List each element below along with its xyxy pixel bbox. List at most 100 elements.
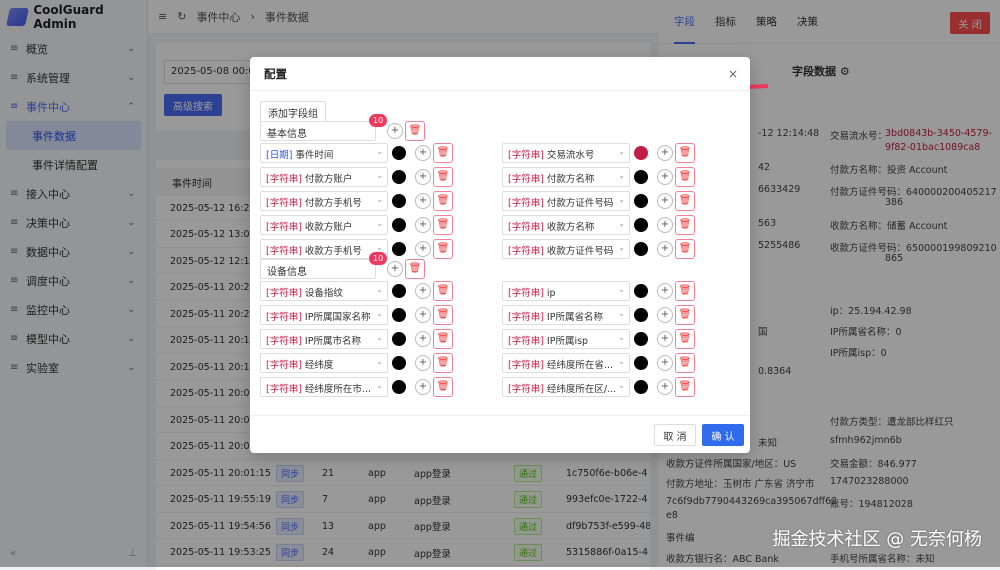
add-field-icon[interactable]: + xyxy=(415,145,431,161)
add-field-icon[interactable]: + xyxy=(415,355,431,371)
delete-field-icon[interactable]: 🗑 xyxy=(675,329,695,349)
field-label: IP所属市名称 xyxy=(304,336,361,347)
add-field-icon[interactable]: + xyxy=(657,331,673,347)
add-field-icon[interactable]: + xyxy=(657,193,673,209)
field-select[interactable]: [字符串] 设备指纹 ⌄ xyxy=(260,281,388,301)
confirm-button[interactable]: 确 认 xyxy=(702,424,744,446)
field-select[interactable]: [字符串] 经纬度 ⌄ xyxy=(260,353,388,373)
add-field-icon[interactable]: + xyxy=(415,169,431,185)
add-field-icon[interactable]: + xyxy=(657,379,673,395)
delete-field-icon[interactable]: 🗑 xyxy=(433,239,453,259)
color-picker-icon[interactable] xyxy=(634,242,648,256)
delete-group-icon[interactable]: 🗑 xyxy=(405,121,425,141)
delete-field-icon[interactable]: 🗑 xyxy=(675,353,695,373)
field-select[interactable]: [字符串] 交易流水号 ⌄ xyxy=(502,143,630,163)
add-field-icon[interactable]: + xyxy=(657,283,673,299)
delete-field-icon[interactable]: 🗑 xyxy=(433,329,453,349)
color-picker-icon[interactable] xyxy=(392,170,406,184)
color-picker-icon[interactable] xyxy=(392,356,406,370)
field-select[interactable]: [字符串] 收款方证件号码 ⌄ xyxy=(502,239,630,259)
color-picker-icon[interactable] xyxy=(392,284,406,298)
delete-field-icon[interactable]: 🗑 xyxy=(433,143,453,163)
delete-field-icon[interactable]: 🗑 xyxy=(675,281,695,301)
add-field-icon[interactable]: + xyxy=(657,355,673,371)
delete-field-icon[interactable]: 🗑 xyxy=(675,167,695,187)
color-picker-icon[interactable] xyxy=(634,284,648,298)
field-select[interactable]: [字符串] IP所属市名称 ⌄ xyxy=(260,329,388,349)
field-count-badge: 10 xyxy=(369,114,388,127)
delete-field-icon[interactable]: 🗑 xyxy=(433,167,453,187)
color-picker-icon[interactable] xyxy=(634,380,648,394)
add-field-icon[interactable]: + xyxy=(657,169,673,185)
color-picker-icon[interactable] xyxy=(634,218,648,232)
add-field-icon[interactable]: + xyxy=(415,307,431,323)
field-type-label: [字符串] xyxy=(508,360,544,371)
add-field-icon[interactable]: + xyxy=(387,123,403,139)
color-picker-icon[interactable] xyxy=(634,146,648,160)
delete-field-icon[interactable]: 🗑 xyxy=(675,377,695,397)
add-field-icon[interactable]: + xyxy=(415,217,431,233)
field-select[interactable]: [字符串] 付款方名称 ⌄ xyxy=(502,167,630,187)
color-picker-icon[interactable] xyxy=(634,170,648,184)
field-group-name-input[interactable]: 基本信息 xyxy=(260,121,376,141)
field-select[interactable]: [字符串] 收款方账户 ⌄ xyxy=(260,215,388,235)
delete-field-icon[interactable]: 🗑 xyxy=(675,305,695,325)
delete-field-icon[interactable]: 🗑 xyxy=(675,143,695,163)
add-field-icon[interactable]: + xyxy=(657,307,673,323)
add-field-group-button[interactable]: 添加字段组 xyxy=(260,101,326,123)
delete-field-icon[interactable]: 🗑 xyxy=(675,191,695,211)
color-picker-icon[interactable] xyxy=(392,242,406,256)
color-picker-icon[interactable] xyxy=(392,332,406,346)
delete-field-icon[interactable]: 🗑 xyxy=(433,281,453,301)
delete-field-icon[interactable]: 🗑 xyxy=(433,305,453,325)
add-field-icon[interactable]: + xyxy=(415,193,431,209)
color-picker-icon[interactable] xyxy=(392,380,406,394)
delete-field-icon[interactable]: 🗑 xyxy=(675,239,695,259)
color-picker-icon[interactable] xyxy=(634,308,648,322)
chevron-down-icon: ⌄ xyxy=(376,285,383,294)
field-select[interactable]: [字符串] 收款方名称 ⌄ xyxy=(502,215,630,235)
delete-group-icon[interactable]: 🗑 xyxy=(405,259,425,279)
add-field-icon[interactable]: + xyxy=(415,283,431,299)
field-select[interactable]: [字符串] IP所属省名称 ⌄ xyxy=(502,305,630,325)
color-picker-icon[interactable] xyxy=(392,146,406,160)
color-picker-icon[interactable] xyxy=(634,194,648,208)
delete-field-icon[interactable]: 🗑 xyxy=(675,215,695,235)
color-picker-icon[interactable] xyxy=(392,218,406,232)
field-select[interactable]: [字符串] 付款方证件号码 ⌄ xyxy=(502,191,630,211)
chevron-down-icon: ⌄ xyxy=(618,357,625,366)
cancel-button[interactable]: 取 消 xyxy=(654,424,696,446)
add-field-icon[interactable]: + xyxy=(657,217,673,233)
delete-field-icon[interactable]: 🗑 xyxy=(433,215,453,235)
field-select[interactable]: [字符串] IP所属isp ⌄ xyxy=(502,329,630,349)
add-field-icon[interactable]: + xyxy=(657,145,673,161)
add-field-icon[interactable]: + xyxy=(415,331,431,347)
add-field-icon[interactable]: + xyxy=(387,261,403,277)
field-select[interactable]: [字符串] ip ⌄ xyxy=(502,281,630,301)
field-type-label: [字符串] xyxy=(266,246,302,257)
chevron-down-icon: ⌄ xyxy=(376,171,383,180)
color-picker-icon[interactable] xyxy=(392,194,406,208)
color-picker-icon[interactable] xyxy=(634,356,648,370)
field-select[interactable]: [字符串] 付款方账户 ⌄ xyxy=(260,167,388,187)
chevron-down-icon: ⌄ xyxy=(618,381,625,390)
delete-field-icon[interactable]: 🗑 xyxy=(433,191,453,211)
chevron-down-icon: ⌄ xyxy=(376,357,383,366)
field-select[interactable]: [字符串] 经纬度所在市... ⌄ xyxy=(260,377,388,397)
field-select[interactable]: [字符串] 经纬度所在区/... ⌄ xyxy=(502,377,630,397)
close-icon[interactable]: × xyxy=(728,67,738,81)
chevron-down-icon: ⌄ xyxy=(618,195,625,204)
chevron-down-icon: ⌄ xyxy=(376,333,383,342)
color-picker-icon[interactable] xyxy=(634,332,648,346)
field-select[interactable]: [字符串] 付款方手机号 ⌄ xyxy=(260,191,388,211)
delete-field-icon[interactable]: 🗑 xyxy=(433,377,453,397)
field-select[interactable]: [字符串] IP所属国家名称 ⌄ xyxy=(260,305,388,325)
color-picker-icon[interactable] xyxy=(392,308,406,322)
add-field-icon[interactable]: + xyxy=(415,379,431,395)
field-select[interactable]: [日期] 事件时间 ⌄ xyxy=(260,143,388,163)
add-field-icon[interactable]: + xyxy=(657,241,673,257)
add-field-icon[interactable]: + xyxy=(415,241,431,257)
delete-field-icon[interactable]: 🗑 xyxy=(433,353,453,373)
field-select[interactable]: [字符串] 经纬度所在省... ⌄ xyxy=(502,353,630,373)
field-group-name-input[interactable]: 设备信息 xyxy=(260,259,376,279)
